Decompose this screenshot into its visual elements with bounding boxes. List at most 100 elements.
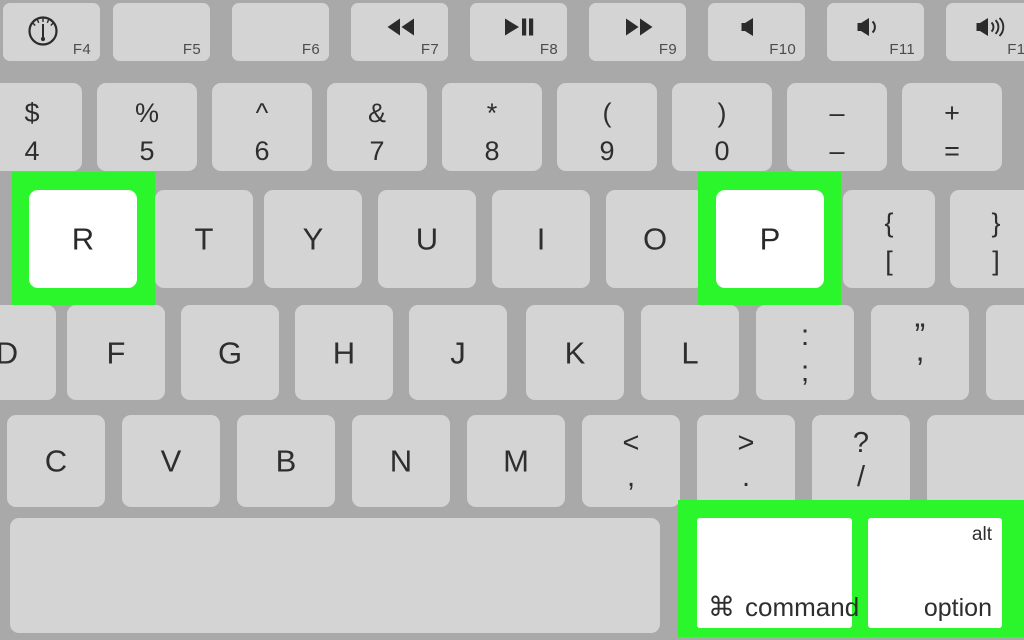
- key-f8-label: F8: [539, 41, 558, 58]
- key-right-bracket-label: ]: [992, 246, 1000, 276]
- key-command[interactable]: ⌘ command: [697, 518, 859, 628]
- key-f[interactable]: F: [67, 305, 165, 400]
- key-comma[interactable]: < ,: [582, 415, 680, 507]
- key-0-label: 0: [714, 136, 730, 166]
- key-f12-label: F12: [1007, 41, 1024, 58]
- volume-down-icon: [856, 16, 890, 43]
- key-j[interactable]: J: [409, 305, 507, 400]
- key-slash[interactable]: ? /: [812, 415, 910, 507]
- key-left-bracket-label: [: [885, 246, 893, 276]
- key-d-label: D: [0, 335, 19, 370]
- key-4[interactable]: $ 4: [0, 83, 82, 171]
- key-right-shift[interactable]: [927, 415, 1024, 507]
- key-l[interactable]: L: [641, 305, 739, 400]
- key-l-label: L: [681, 335, 699, 370]
- key-7-label: 7: [369, 136, 385, 166]
- key-f6[interactable]: F6: [232, 3, 329, 61]
- key-p[interactable]: P: [716, 190, 824, 288]
- brightness-gauge-icon: [25, 13, 61, 54]
- key-comma-shift-label: <: [622, 427, 640, 459]
- key-quote-shift-label: ”: [914, 317, 926, 353]
- key-u[interactable]: U: [378, 190, 476, 288]
- key-i-label: I: [536, 221, 546, 257]
- key-t-label: T: [194, 221, 214, 257]
- key-left-bracket[interactable]: { [: [843, 190, 935, 288]
- key-r[interactable]: R: [29, 190, 137, 288]
- key-k-label: K: [564, 335, 586, 370]
- key-f10[interactable]: F10: [708, 3, 805, 61]
- key-equals[interactable]: + =: [902, 83, 1002, 171]
- key-g[interactable]: G: [181, 305, 279, 400]
- key-5[interactable]: % 5: [97, 83, 197, 171]
- key-equals-shift-label: +: [944, 98, 960, 128]
- key-5-label: 5: [139, 136, 155, 166]
- key-n[interactable]: N: [352, 415, 450, 507]
- key-f4[interactable]: F4: [3, 3, 100, 61]
- keyboard-closeup: F4 F5 F6 F7 F8 F9 F10 F11 F1 $ 4 % 5 ^ 6…: [0, 0, 1024, 640]
- key-period-shift-label: >: [737, 427, 755, 459]
- key-f9[interactable]: F9: [589, 3, 686, 61]
- key-f5[interactable]: F5: [113, 3, 210, 61]
- key-f10-label: F10: [769, 41, 796, 58]
- key-option-alt-label: alt: [971, 524, 992, 545]
- key-j-label: J: [450, 335, 466, 370]
- key-period[interactable]: > .: [697, 415, 795, 507]
- key-equals-label: =: [944, 136, 960, 166]
- key-f11-label: F11: [889, 41, 915, 58]
- key-left-bracket-shift-label: {: [884, 208, 894, 238]
- key-7[interactable]: & 7: [327, 83, 427, 171]
- key-6-shift-label: ^: [255, 98, 269, 128]
- key-minus[interactable]: – –: [787, 83, 887, 171]
- key-option-label: option: [923, 594, 992, 622]
- key-u-label: U: [415, 221, 439, 257]
- key-m[interactable]: M: [467, 415, 565, 507]
- key-8[interactable]: * 8: [442, 83, 542, 171]
- key-8-label: 8: [484, 136, 500, 166]
- key-f12[interactable]: F12: [946, 3, 1024, 61]
- key-4-shift-label: $: [24, 98, 40, 128]
- key-h-label: H: [332, 335, 356, 370]
- key-slash-shift-label: ?: [852, 427, 870, 459]
- fast-forward-icon: [619, 18, 659, 41]
- key-9-shift-label: (: [602, 98, 612, 128]
- key-command-legend: ⌘ command: [708, 594, 859, 621]
- key-command-label: command: [745, 592, 860, 622]
- key-n-label: N: [389, 443, 413, 479]
- command-glyph-icon: ⌘: [708, 592, 735, 622]
- key-y[interactable]: Y: [264, 190, 362, 288]
- key-option[interactable]: alt option: [868, 518, 1002, 628]
- key-f7[interactable]: F7: [351, 3, 448, 61]
- key-c[interactable]: C: [7, 415, 105, 507]
- key-slash-label: /: [856, 461, 866, 493]
- key-5-shift-label: %: [134, 98, 159, 128]
- key-d[interactable]: D: [0, 305, 56, 400]
- key-b-label: B: [275, 443, 297, 479]
- key-7-shift-label: &: [367, 98, 386, 128]
- key-period-label: .: [741, 461, 751, 493]
- key-t[interactable]: T: [155, 190, 253, 288]
- key-quote[interactable]: ” ’: [871, 305, 969, 400]
- key-r-label: R: [71, 221, 95, 257]
- key-f4-label: F4: [72, 41, 91, 58]
- key-f9-label: F9: [658, 41, 677, 58]
- key-h[interactable]: H: [295, 305, 393, 400]
- key-o[interactable]: O: [606, 190, 704, 288]
- key-f8[interactable]: F8: [470, 3, 567, 61]
- key-comma-label: ,: [626, 461, 636, 493]
- key-v[interactable]: V: [122, 415, 220, 507]
- key-b[interactable]: B: [237, 415, 335, 507]
- key-f11[interactable]: F11: [827, 3, 924, 61]
- key-0[interactable]: ) 0: [672, 83, 772, 171]
- key-6[interactable]: ^ 6: [212, 83, 312, 171]
- key-semicolon[interactable]: : ;: [756, 305, 854, 400]
- key-return[interactable]: [986, 305, 1024, 400]
- key-quote-label: ’: [916, 351, 924, 387]
- key-9[interactable]: ( 9: [557, 83, 657, 171]
- key-k[interactable]: K: [526, 305, 624, 400]
- key-spacebar[interactable]: [10, 518, 660, 633]
- mute-icon: [740, 16, 772, 43]
- key-9-label: 9: [599, 136, 615, 166]
- key-i[interactable]: I: [492, 190, 590, 288]
- key-right-bracket[interactable]: } ]: [950, 190, 1024, 288]
- key-8-shift-label: *: [486, 98, 498, 128]
